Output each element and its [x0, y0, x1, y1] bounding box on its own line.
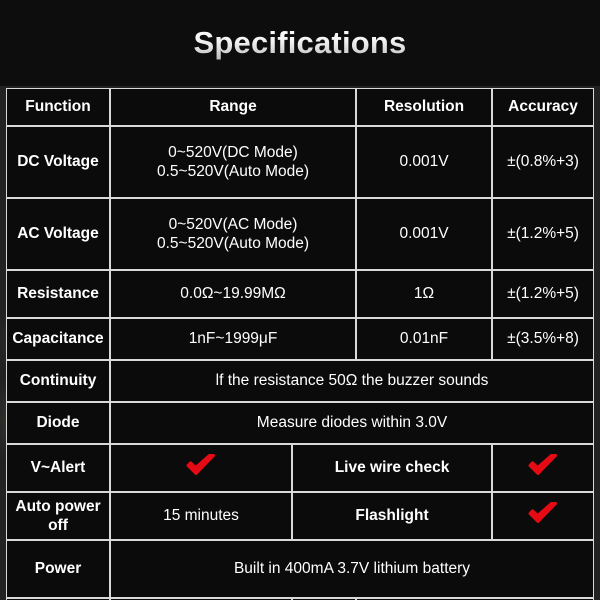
row-resolution-dc-voltage: 0.001V: [356, 126, 493, 198]
table-row: Capacitance 1nF~1999μF 0.01nF ±(3.5%+8): [6, 318, 595, 360]
row-label-auto-power-off: Auto power off: [6, 492, 110, 540]
row-accuracy-dc-voltage: ±(0.8%+3): [492, 126, 595, 198]
row-function-dc-voltage: DC Voltage: [6, 126, 110, 198]
table-row: V~Alert Live wire check: [6, 444, 595, 492]
row-label-power: Power: [6, 540, 110, 598]
check-icon: [528, 454, 558, 476]
row-range-dc-voltage: 0~520V(DC Mode) 0.5~520V(Auto Mode): [110, 126, 357, 198]
range-line-2: 0.5~520V(Auto Mode): [156, 163, 310, 180]
row-function-continuity: Continuity: [6, 360, 110, 402]
header-function: Function: [6, 88, 110, 126]
range-line-1: 0~520V(DC Mode): [168, 143, 298, 161]
row-value-live-wire-check: [492, 444, 595, 492]
header-accuracy: Accuracy: [492, 88, 595, 126]
table-row: Power Built in 400mA 3.7V lithium batter…: [6, 540, 595, 598]
row-accuracy-resistance: ±(1.2%+5): [492, 270, 595, 318]
row-resolution-capacitance: 0.01nF: [356, 318, 493, 360]
row-function-ac-voltage: AC Voltage: [6, 198, 110, 270]
row-accuracy-capacitance: ±(3.5%+8): [492, 318, 595, 360]
table-row: DC Voltage 0~520V(DC Mode) 0.5~520V(Auto…: [6, 126, 595, 198]
row-function-capacitance: Capacitance: [6, 318, 110, 360]
table-row: Diode Measure diodes within 3.0V: [6, 402, 595, 444]
range-line-1: 0~520V(AC Mode): [168, 215, 298, 233]
check-icon: [528, 502, 558, 524]
row-value-v-alert: [110, 444, 292, 492]
row-range-ac-voltage: 0~520V(AC Mode) 0.5~520V(Auto Mode): [110, 198, 357, 270]
specifications-table: Function Range Resolution Accuracy DC Vo…: [6, 88, 595, 600]
row-accuracy-ac-voltage: ±(1.2%+5): [492, 198, 595, 270]
range-line-2: 0.5~520V(Auto Mode): [156, 235, 310, 252]
table-row: AC Voltage 0~520V(AC Mode) 0.5~520V(Auto…: [6, 198, 595, 270]
row-label-v-alert: V~Alert: [6, 444, 110, 492]
row-function-resistance: Resistance: [6, 270, 110, 318]
row-value-power: Built in 400mA 3.7V lithium battery: [110, 540, 595, 598]
table-row: Continuity lf the resistance 50Ω the buz…: [6, 360, 595, 402]
row-resolution-ac-voltage: 0.001V: [356, 198, 493, 270]
title-bar: Specifications: [0, 0, 600, 86]
row-range-capacitance: 1nF~1999μF: [110, 318, 357, 360]
row-label-flashlight: Flashlight: [292, 492, 493, 540]
check-icon: [186, 454, 216, 476]
header-resolution: Resolution: [356, 88, 493, 126]
row-resolution-resistance: 1Ω: [356, 270, 493, 318]
table-row: Auto power off 15 minutes Flashlight: [6, 492, 595, 540]
page-root: Specifications Function Range Resolution…: [0, 0, 600, 600]
row-value-auto-power-off: 15 minutes: [110, 492, 292, 540]
table-row: Resistance 0.0Ω~19.99MΩ 1Ω ±(1.2%+5): [6, 270, 595, 318]
row-label-live-wire-check: Live wire check: [292, 444, 493, 492]
row-description-diode: Measure diodes within 3.0V: [110, 402, 595, 444]
row-function-diode: Diode: [6, 402, 110, 444]
table-header-row: Function Range Resolution Accuracy: [6, 88, 595, 126]
row-description-continuity: lf the resistance 50Ω the buzzer sounds: [110, 360, 595, 402]
row-range-resistance: 0.0Ω~19.99MΩ: [110, 270, 357, 318]
row-value-flashlight: [492, 492, 595, 540]
header-range: Range: [110, 88, 357, 126]
page-title: Specifications: [193, 25, 407, 60]
